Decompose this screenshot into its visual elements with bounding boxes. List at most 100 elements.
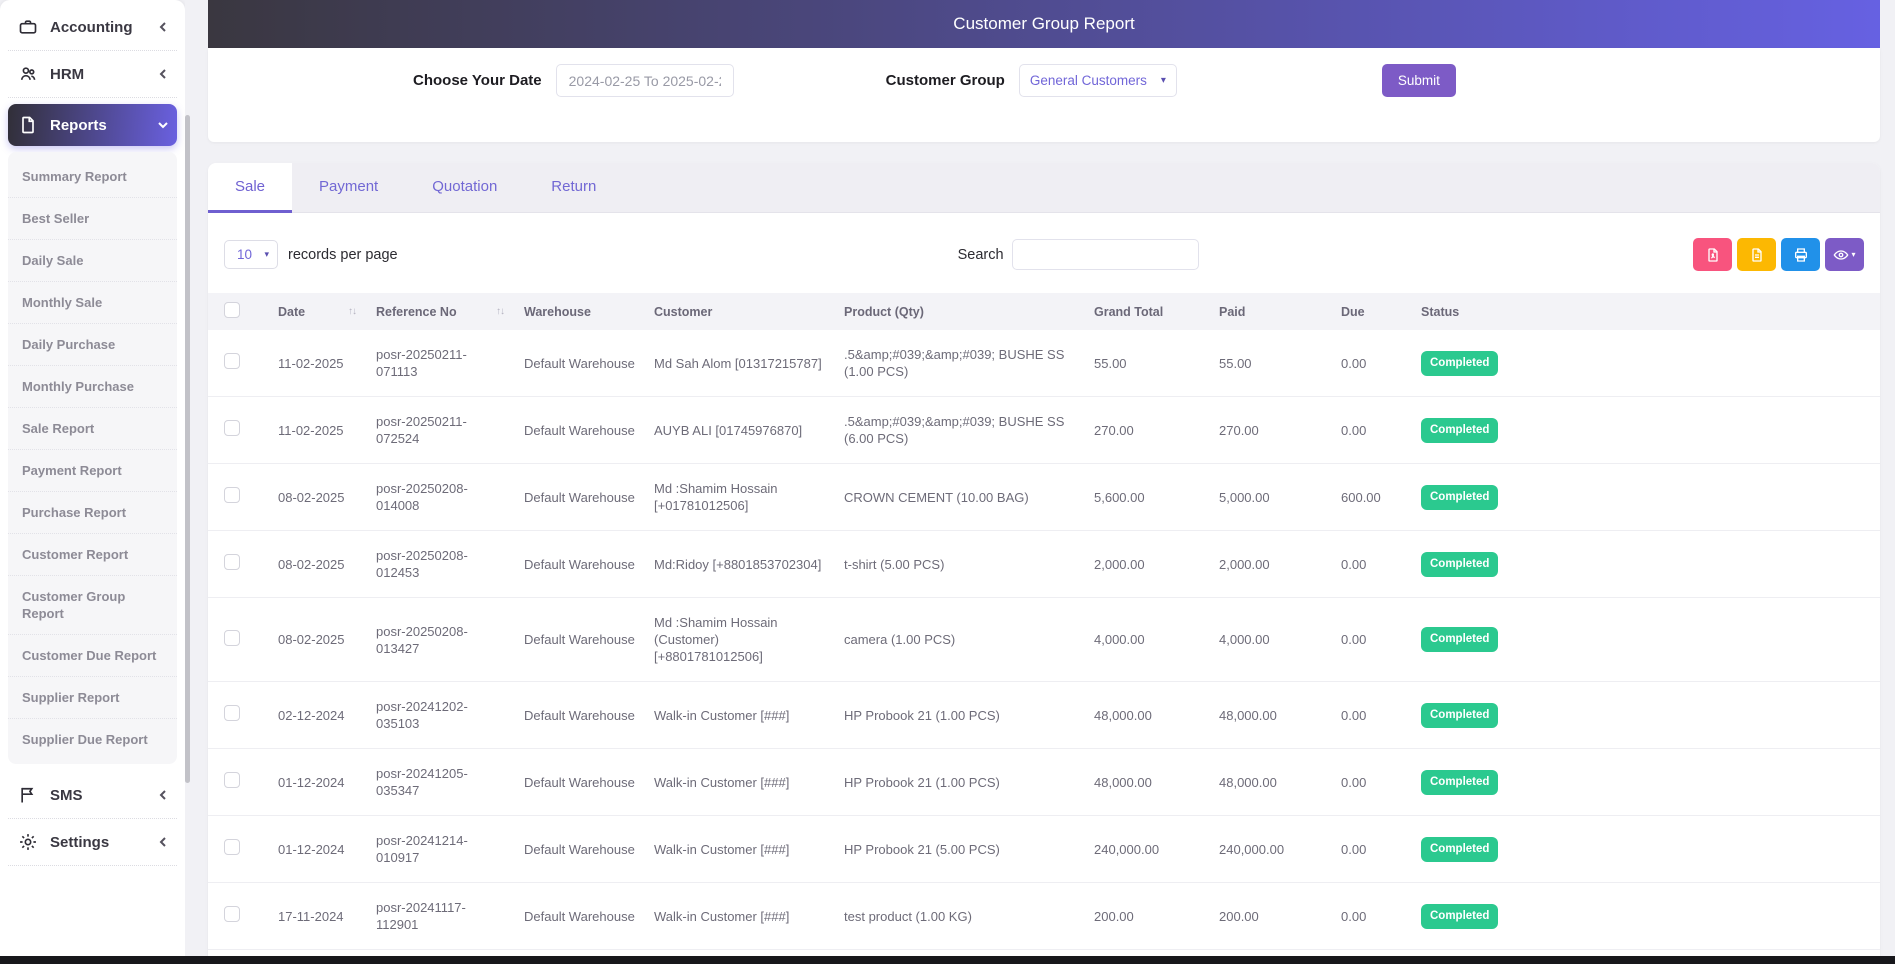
status-badge: Completed — [1421, 627, 1498, 652]
sidebar-item-label: Reports — [50, 117, 107, 134]
sidebar-item-hrm[interactable]: HRM — [8, 51, 177, 98]
cell-reference: posr-20241214-010917 — [376, 816, 524, 883]
records-per-page-value: 10 — [237, 247, 252, 262]
reports-submenu-item[interactable]: Monthly Sale — [8, 282, 177, 324]
sidebar-item-reports[interactable]: Reports — [8, 104, 177, 146]
column-header-grand-total: Grand Total — [1094, 293, 1219, 330]
cell-product: HP Probook 21 (1.00 PCS) — [844, 682, 1094, 749]
cell-grand-total: 48,000.00 — [1094, 682, 1219, 749]
sort-icon[interactable]: ↑↓ — [348, 306, 360, 317]
column-header-date[interactable]: Date↑↓ — [278, 293, 376, 330]
customer-group-selected-value: General Customers — [1030, 73, 1147, 88]
reports-submenu-item[interactable]: Best Seller — [8, 198, 177, 240]
scrollbar-thumb[interactable] — [185, 115, 190, 783]
cell-due: 0.00 — [1341, 330, 1421, 397]
cell-paid: 5,000.00 — [1219, 464, 1341, 531]
cell-customer: Walk-in Customer [###] — [654, 816, 844, 883]
pdf-icon — [1705, 247, 1721, 263]
cell-warehouse: Default Warehouse — [524, 397, 654, 464]
sort-icon[interactable]: ↑↓ — [496, 306, 508, 317]
cell-grand-total: 200.00 — [1094, 883, 1219, 950]
cell-product: test product (1.00 KG) — [844, 883, 1094, 950]
caret-down-icon: ▾ — [1161, 75, 1166, 86]
cell-due: 0.00 — [1341, 397, 1421, 464]
sidebar-item-accounting[interactable]: Accounting — [8, 4, 177, 51]
page-title: Customer Group Report — [953, 14, 1134, 34]
cell-paid: 2,000.00 — [1219, 531, 1341, 598]
tab-quotation[interactable]: Quotation — [405, 163, 524, 212]
cell-product: HP Probook 21 (5.00 PCS) — [844, 816, 1094, 883]
sidebar-item-sms[interactable]: SMS — [8, 772, 177, 819]
tab-payment[interactable]: Payment — [292, 163, 405, 212]
reports-submenu-item[interactable]: Customer Group Report — [8, 576, 177, 635]
records-per-page-label: records per page — [288, 247, 398, 263]
search-input[interactable] — [1012, 239, 1199, 270]
table-controls: 10 ▾ records per page Search — [208, 213, 1880, 293]
tab-sale[interactable]: Sale — [208, 163, 292, 212]
status-badge: Completed — [1421, 485, 1498, 510]
eye-icon — [1833, 247, 1849, 263]
table-row: 08-02-2025 posr-20250208-012453 Default … — [208, 531, 1880, 598]
reports-submenu-item[interactable]: Sale Report — [8, 408, 177, 450]
tab-return[interactable]: Return — [524, 163, 623, 212]
printer-icon — [1793, 247, 1809, 263]
customer-group-label: Customer Group — [886, 72, 1005, 89]
cell-customer: Md :Shamim Hossain (Customer) [+88017810… — [654, 598, 844, 682]
reports-submenu-item[interactable]: Customer Report — [8, 534, 177, 576]
select-all-checkbox[interactable] — [224, 302, 240, 318]
reports-submenu-item[interactable]: Supplier Report — [8, 677, 177, 719]
row-checkbox[interactable] — [224, 353, 240, 369]
row-checkbox[interactable] — [224, 772, 240, 788]
row-checkbox[interactable] — [224, 705, 240, 721]
reports-submenu-item[interactable]: Purchase Report — [8, 492, 177, 534]
users-icon — [18, 64, 38, 84]
row-checkbox[interactable] — [224, 839, 240, 855]
reports-submenu-item[interactable]: Monthly Purchase — [8, 366, 177, 408]
row-checkbox[interactable] — [224, 630, 240, 646]
sidebar: Accounting HRM Reports Summary ReportBes… — [0, 0, 185, 964]
cell-grand-total: 5,600.00 — [1094, 464, 1219, 531]
cell-paid: 200.00 — [1219, 883, 1341, 950]
customer-group-select[interactable]: General Customers ▾ — [1019, 64, 1177, 97]
row-checkbox[interactable] — [224, 487, 240, 503]
records-per-page-select[interactable]: 10 ▾ — [224, 240, 278, 269]
column-header-paid: Paid — [1219, 293, 1341, 330]
cell-paid: 48,000.00 — [1219, 682, 1341, 749]
reports-submenu-item[interactable]: Customer Due Report — [8, 635, 177, 677]
submit-button[interactable]: Submit — [1382, 64, 1456, 97]
column-header-reference[interactable]: Reference No↑↓ — [376, 293, 524, 330]
export-file-button[interactable] — [1737, 238, 1776, 271]
status-badge: Completed — [1421, 837, 1498, 862]
cell-warehouse: Default Warehouse — [524, 883, 654, 950]
chevron-left-icon — [157, 789, 169, 801]
cell-product: CROWN CEMENT (10.00 BAG) — [844, 464, 1094, 531]
export-pdf-button[interactable] — [1693, 238, 1732, 271]
status-badge: Completed — [1421, 904, 1498, 929]
reports-submenu-item[interactable]: Supplier Due Report — [8, 719, 177, 760]
reports-submenu-item[interactable]: Daily Sale — [8, 240, 177, 282]
sidebar-item-settings[interactable]: Settings — [8, 819, 177, 866]
cell-paid: 55.00 — [1219, 330, 1341, 397]
cell-reference: posr-20241117-112901 — [376, 883, 524, 950]
status-badge: Completed — [1421, 770, 1498, 795]
row-checkbox[interactable] — [224, 906, 240, 922]
row-checkbox[interactable] — [224, 420, 240, 436]
horizontal-scrollbar[interactable] — [0, 956, 1895, 964]
column-header-status: Status — [1421, 293, 1541, 330]
status-badge: Completed — [1421, 418, 1498, 443]
status-badge: Completed — [1421, 552, 1498, 577]
reports-submenu-item[interactable]: Payment Report — [8, 450, 177, 492]
cell-reference: posr-20241205-035347 — [376, 749, 524, 816]
table-row: 08-02-2025 posr-20250208-014008 Default … — [208, 464, 1880, 531]
cell-grand-total: 2,000.00 — [1094, 531, 1219, 598]
row-checkbox[interactable] — [224, 554, 240, 570]
cell-due: 0.00 — [1341, 749, 1421, 816]
column-visibility-button[interactable]: ▾ — [1825, 238, 1864, 271]
print-button[interactable] — [1781, 238, 1820, 271]
reports-submenu-item[interactable]: Daily Purchase — [8, 324, 177, 366]
sidebar-scrollbar[interactable] — [185, 0, 191, 964]
cell-paid: 4,000.00 — [1219, 598, 1341, 682]
date-range-input[interactable] — [556, 64, 734, 97]
reports-submenu-item[interactable]: Summary Report — [8, 156, 177, 198]
report-card: SalePaymentQuotationReturn 10 ▾ records … — [208, 163, 1880, 964]
